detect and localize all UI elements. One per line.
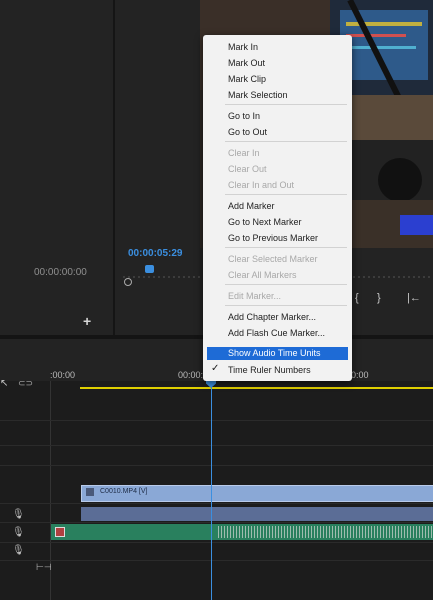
menu-item-mark-clip[interactable]: Mark Clip bbox=[228, 74, 266, 84]
menu-separator bbox=[225, 284, 347, 285]
menu-item-mark-in[interactable]: Mark In bbox=[228, 42, 258, 52]
select-tool-icon[interactable]: ↖ bbox=[0, 378, 8, 389]
menu-item-edit-marker[interactable]: Edit Marker... bbox=[228, 291, 281, 301]
brace-left-icon[interactable]: { bbox=[355, 292, 359, 304]
menu-separator bbox=[225, 141, 347, 142]
fx-badge-icon bbox=[55, 527, 65, 537]
menu-separator bbox=[225, 247, 347, 248]
menu-separator bbox=[225, 104, 347, 105]
context-menu: Mark In Mark Out Mark Clip Mark Selectio… bbox=[203, 35, 352, 381]
timeline-playhead[interactable] bbox=[211, 380, 212, 600]
mic-icon[interactable]: 🎙 bbox=[12, 527, 25, 538]
mic-icon[interactable]: 🎙 bbox=[12, 509, 25, 520]
menu-item-clear-in[interactable]: Clear In bbox=[228, 148, 260, 158]
track-separator bbox=[0, 503, 433, 504]
track-separator bbox=[0, 542, 433, 543]
menu-item-add-marker[interactable]: Add Marker bbox=[228, 201, 275, 211]
menu-item-mark-selection[interactable]: Mark Selection bbox=[228, 90, 288, 100]
track-separator bbox=[0, 420, 433, 421]
menu-item-show-audio-time-units[interactable]: Show Audio Time Units bbox=[228, 348, 321, 358]
checkmark-icon: ✓ bbox=[211, 363, 220, 374]
mic-icon[interactable]: 🎙 bbox=[12, 545, 25, 556]
step-back-icon[interactable]: |← bbox=[407, 292, 421, 304]
menu-item-clear-out[interactable]: Clear Out bbox=[228, 164, 267, 174]
source-panel bbox=[0, 0, 113, 335]
video-clip[interactable]: C0010.MP4 [V] bbox=[81, 485, 433, 502]
menu-item-go-to-previous-marker[interactable]: Go to Previous Marker bbox=[228, 233, 318, 243]
menu-item-time-ruler-numbers[interactable]: Time Ruler Numbers bbox=[228, 365, 311, 375]
track-separator bbox=[0, 465, 433, 466]
audio-waveform bbox=[218, 526, 433, 538]
menu-item-clear-in-and-out[interactable]: Clear In and Out bbox=[228, 180, 294, 190]
work-area-bar[interactable] bbox=[80, 387, 433, 389]
zoom-handle-icon[interactable] bbox=[124, 278, 132, 286]
source-timecode[interactable]: 00:00:00:00 bbox=[34, 267, 87, 278]
audio-clip[interactable] bbox=[81, 507, 433, 521]
clip-label: C0010.MP4 [V] bbox=[100, 488, 148, 495]
menu-item-go-to-next-marker[interactable]: Go to Next Marker bbox=[228, 217, 302, 227]
ruler-label: :00:00 bbox=[50, 370, 76, 380]
transition-icon[interactable]: ⊢⊣ bbox=[36, 562, 52, 573]
menu-item-add-chapter-marker[interactable]: Add Chapter Marker... bbox=[228, 312, 316, 322]
add-button[interactable]: + bbox=[83, 313, 91, 329]
menu-separator bbox=[225, 305, 347, 306]
track-separator bbox=[0, 445, 433, 446]
brace-right-icon[interactable]: } bbox=[377, 292, 381, 304]
linked-selection-icon[interactable]: ⊂⊃ bbox=[18, 378, 33, 389]
menu-item-go-to-in[interactable]: Go to In bbox=[228, 111, 260, 121]
playhead-timecode[interactable]: 00:00:05:29 bbox=[128, 248, 182, 259]
menu-item-go-to-out[interactable]: Go to Out bbox=[228, 127, 267, 137]
track-separator bbox=[0, 522, 433, 523]
track-separator bbox=[0, 560, 433, 561]
menu-separator bbox=[225, 194, 347, 195]
menu-item-clear-all-markers[interactable]: Clear All Markers bbox=[228, 270, 297, 280]
menu-item-clear-selected-marker[interactable]: Clear Selected Marker bbox=[228, 254, 318, 264]
fx-badge-icon bbox=[86, 488, 94, 496]
menu-item-add-flash-cue-marker[interactable]: Add Flash Cue Marker... bbox=[228, 328, 325, 338]
menu-item-mark-out[interactable]: Mark Out bbox=[228, 58, 265, 68]
monitor-playhead-icon[interactable] bbox=[145, 265, 154, 273]
